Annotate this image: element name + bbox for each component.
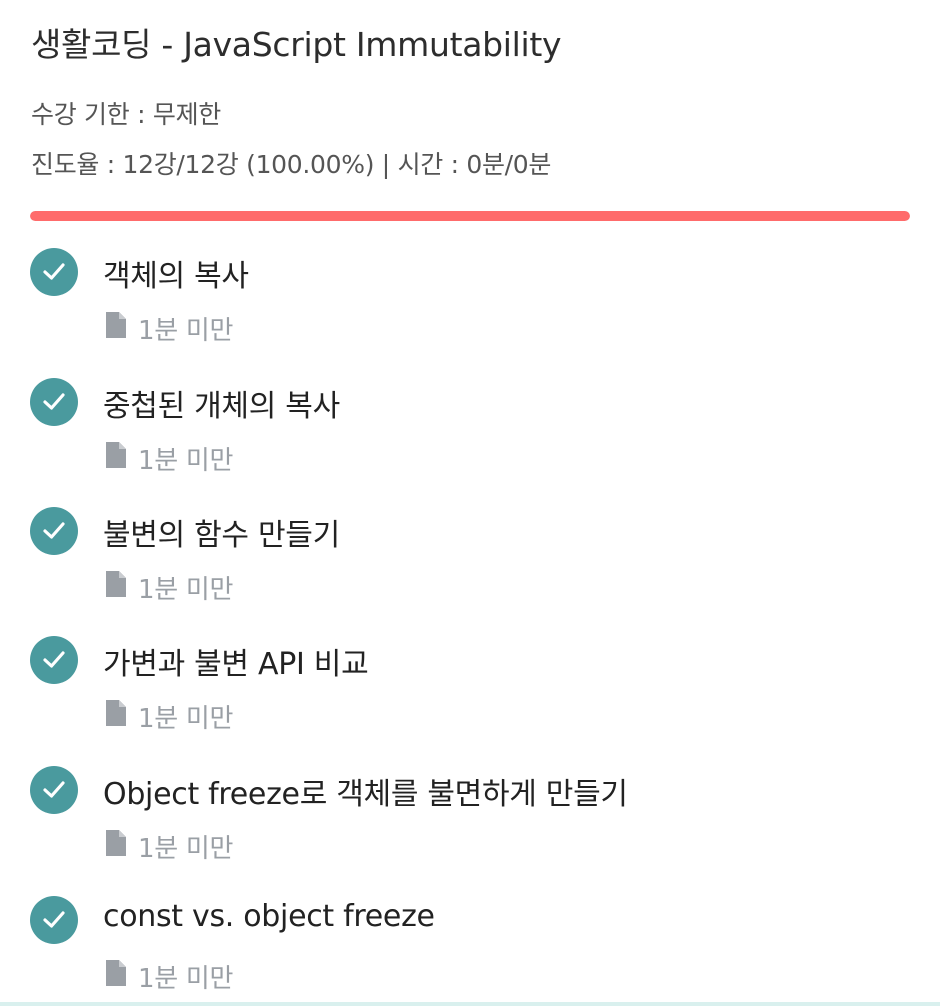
progress-bar	[30, 211, 910, 221]
check-circle-icon	[30, 766, 78, 814]
document-icon	[106, 442, 126, 468]
course-title: 생활코딩 - JavaScript Immutability	[31, 25, 562, 64]
lesson-duration: 1분 미만	[138, 704, 234, 734]
check-circle-icon	[30, 378, 78, 426]
progress-summary: 진도율 : 12강/12강 (100.00%) | 시간 : 0분/0분	[31, 150, 552, 179]
lesson-duration: 1분 미만	[138, 834, 234, 864]
lesson-duration: 1분 미만	[138, 964, 234, 994]
check-circle-icon	[30, 896, 78, 944]
document-icon	[106, 312, 126, 338]
check-circle-icon	[30, 248, 78, 296]
course-progress-page: 객체의 복사 1분 미만 중첩된 개체의 복사 1분 미만 불변의 함수 만들기	[0, 0, 940, 1006]
lesson-item[interactable]: 중첩된 개체의 복사 1분 미만	[0, 378, 940, 488]
lesson-title[interactable]: 가변과 불변 API 비교	[103, 639, 369, 683]
lesson-duration: 1분 미만	[138, 316, 234, 346]
progress-bar-fill	[30, 211, 910, 221]
bottom-divider	[0, 1002, 940, 1006]
access-limit: 수강 기한 : 무제한	[31, 100, 221, 129]
check-circle-icon	[30, 636, 78, 684]
lesson-item[interactable]: 불변의 함수 만들기 1분 미만	[0, 507, 940, 617]
lesson-duration: 1분 미만	[138, 446, 234, 476]
course-header: 생활코딩 - JavaScript Immutability 수강 기한 : 무…	[0, 0, 940, 240]
lesson-item[interactable]: const vs. object freeze 1분 미만	[0, 896, 940, 1006]
document-icon	[106, 830, 126, 856]
lesson-duration: 1분 미만	[138, 575, 234, 605]
lesson-item[interactable]: 객체의 복사 1분 미만	[0, 248, 940, 358]
lesson-title[interactable]: const vs. object freeze	[103, 899, 435, 934]
lesson-title[interactable]: Object freeze로 객체를 불면하게 만들기	[103, 769, 628, 813]
lesson-title[interactable]: 객체의 복사	[103, 251, 249, 295]
lesson-item[interactable]: Object freeze로 객체를 불면하게 만들기 1분 미만	[0, 766, 940, 876]
document-icon	[106, 960, 126, 986]
lesson-title[interactable]: 불변의 함수 만들기	[103, 510, 340, 554]
document-icon	[106, 700, 126, 726]
check-circle-icon	[30, 507, 78, 555]
lesson-title[interactable]: 중첩된 개체의 복사	[103, 381, 340, 425]
document-icon	[106, 571, 126, 597]
lesson-item[interactable]: 가변과 불변 API 비교 1분 미만	[0, 636, 940, 746]
